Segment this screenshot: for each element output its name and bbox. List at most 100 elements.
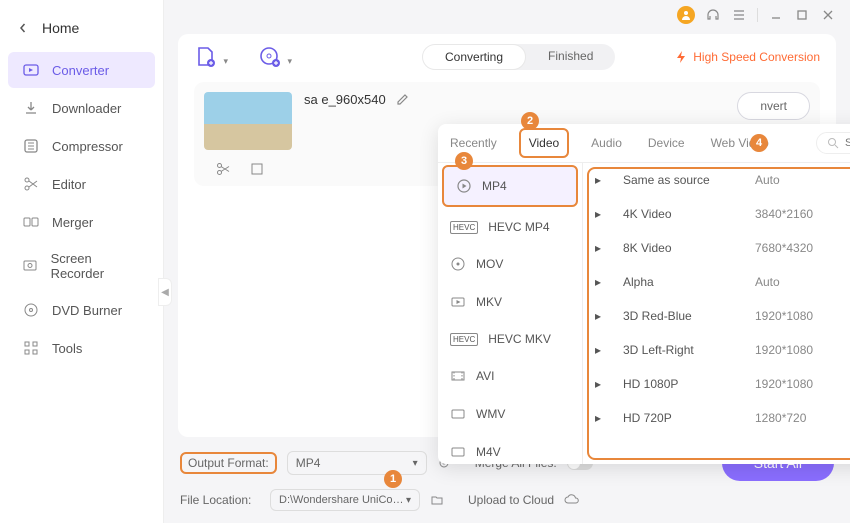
format-m4v[interactable]: M4V <box>438 433 582 464</box>
sidebar-item-label: Screen Recorder <box>51 251 141 281</box>
avi-icon <box>450 368 466 384</box>
divider <box>757 8 758 22</box>
convert-button[interactable]: nvert <box>737 92 810 120</box>
sidebar-item-screenrecorder[interactable]: Screen Recorder <box>8 242 155 290</box>
chevron-down-icon: ▾ <box>413 458 418 469</box>
tab-finished[interactable]: Finished <box>526 44 615 70</box>
sidebar-item-label: Compressor <box>52 139 123 154</box>
tab-audio[interactable]: Audio <box>587 126 626 160</box>
search-input[interactable] <box>845 137 850 149</box>
chevron-left-icon <box>18 23 28 33</box>
format-avi[interactable]: AVI <box>438 357 582 395</box>
download-icon <box>22 99 40 117</box>
mov-icon <box>450 256 466 272</box>
scissors-icon <box>22 175 40 193</box>
res-alpha[interactable]: ▸AlphaAuto <box>583 265 850 299</box>
file-tools <box>204 156 292 176</box>
video-icon: ▸ <box>595 377 611 391</box>
sidebar-item-label: Editor <box>52 177 86 192</box>
video-icon: ▸ <box>595 411 611 425</box>
format-hevcmp4[interactable]: HEVCHEVC MP4 <box>438 209 582 245</box>
video-icon: ▸ <box>595 275 611 289</box>
sidebar-item-label: Downloader <box>52 101 121 116</box>
add-dvd-button[interactable]: ▾ <box>258 45 282 69</box>
headset-icon[interactable] <box>705 7 721 23</box>
high-speed-badge[interactable]: High Speed Conversion <box>675 50 820 64</box>
status-tabs: Converting Finished <box>422 44 615 70</box>
sidebar-item-label: Tools <box>52 341 82 356</box>
format-mkv[interactable]: MKV <box>438 283 582 321</box>
titlebar <box>164 0 850 30</box>
format-list: MP4 HEVCHEVC MP4 MOV MKV HEVCHEVC MKV AV… <box>438 163 583 464</box>
res-720p[interactable]: ▸HD 720P1280*720 <box>583 401 850 435</box>
video-thumbnail[interactable] <box>204 92 292 150</box>
res-4k[interactable]: ▸4K Video3840*2160 <box>583 197 850 231</box>
chevron-down-icon: ▾ <box>406 495 411 506</box>
video-icon: ▸ <box>595 241 611 255</box>
sidebar-item-label: Merger <box>52 215 93 230</box>
edit-filename-icon[interactable] <box>396 93 409 106</box>
compressor-icon <box>22 137 40 155</box>
output-format-select[interactable]: MP4 ▾ <box>287 451 427 475</box>
fileloc-label: File Location: <box>180 493 260 507</box>
folder-icon[interactable] <box>430 493 444 507</box>
output-format-label: Output Format: <box>180 452 277 474</box>
res-3d-leftright[interactable]: ▸3D Left-Right1920*1080 <box>583 333 850 367</box>
tab-video[interactable]: Video <box>519 128 569 158</box>
tab-recently[interactable]: Recently <box>446 126 501 160</box>
video-icon: ▸ <box>595 207 611 221</box>
mkv-icon <box>450 294 466 310</box>
res-1080p[interactable]: ▸HD 1080P1920*1080 <box>583 367 850 401</box>
tab-device[interactable]: Device <box>644 126 689 160</box>
tab-converting[interactable]: Converting <box>422 44 526 70</box>
trim-icon[interactable] <box>216 162 230 176</box>
format-mov[interactable]: MOV <box>438 245 582 283</box>
badge-4: 4 <box>750 134 768 152</box>
avatar[interactable] <box>677 6 695 24</box>
menu-icon[interactable] <box>731 7 747 23</box>
hevc-icon: HEVC <box>450 221 478 234</box>
format-mp4[interactable]: MP4 <box>442 165 578 207</box>
sidebar-item-converter[interactable]: Converter <box>8 52 155 88</box>
recorder-icon <box>22 257 39 275</box>
format-popup: Recently Video Audio Device Web Video MP… <box>438 124 850 464</box>
content-panel: ▾ ▾ Converting Finished High Speed Conve… <box>178 34 836 437</box>
sidebar-item-downloader[interactable]: Downloader <box>8 90 155 126</box>
close-icon[interactable] <box>820 7 836 23</box>
hevc-icon: HEVC <box>450 333 478 346</box>
sidebar-item-editor[interactable]: Editor <box>8 166 155 202</box>
format-search[interactable] <box>816 132 850 154</box>
minimize-icon[interactable] <box>768 7 784 23</box>
res-same-as-source[interactable]: ▸Same as sourceAuto <box>583 163 850 197</box>
add-file-button[interactable]: ▾ <box>194 45 218 69</box>
format-hevcmkv[interactable]: HEVCHEVC MKV <box>438 321 582 357</box>
res-8k[interactable]: ▸8K Video7680*4320 <box>583 231 850 265</box>
back-home-row[interactable]: Home <box>0 10 163 50</box>
sidebar: Home Converter Downloader Compressor Edi… <box>0 0 164 523</box>
grid-icon <box>22 339 40 357</box>
badge-2: 2 <box>521 112 539 130</box>
file-location-select[interactable]: D:\Wondershare UniConverter 1 ▾ <box>270 489 420 511</box>
sidebar-item-compressor[interactable]: Compressor <box>8 128 155 164</box>
format-wmv[interactable]: WMV <box>438 395 582 433</box>
lightning-icon <box>675 50 687 64</box>
video-icon: ▸ <box>595 343 611 357</box>
video-icon: ▸ <box>595 309 611 323</box>
sidebar-item-dvdburner[interactable]: DVD Burner <box>8 292 155 328</box>
search-icon <box>827 137 839 149</box>
merger-icon <box>22 213 40 231</box>
crop-icon[interactable] <box>250 162 264 176</box>
hsc-label: High Speed Conversion <box>693 50 820 64</box>
sidebar-item-tools[interactable]: Tools <box>8 330 155 366</box>
sidebar-item-merger[interactable]: Merger <box>8 204 155 240</box>
converter-icon <box>22 61 40 79</box>
video-icon: ▸ <box>595 173 611 187</box>
popup-tabs: Recently Video Audio Device Web Video <box>438 124 850 163</box>
upload-label: Upload to Cloud <box>468 493 554 507</box>
badge-1: 1 <box>384 470 402 488</box>
res-3d-redblue[interactable]: ▸3D Red-Blue1920*1080 <box>583 299 850 333</box>
cloud-icon[interactable] <box>564 494 580 506</box>
home-label: Home <box>42 20 79 36</box>
main-area: ▾ ▾ Converting Finished High Speed Conve… <box>164 0 850 523</box>
maximize-icon[interactable] <box>794 7 810 23</box>
